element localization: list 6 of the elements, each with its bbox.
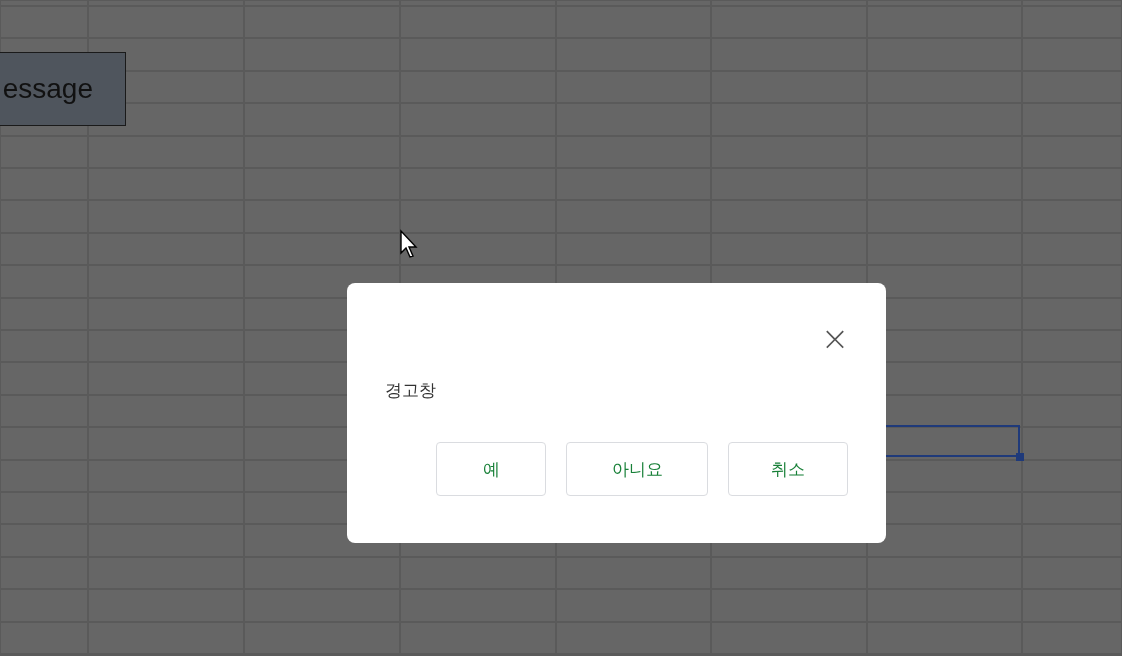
dialog-message: 경고창 <box>385 380 437 402</box>
cursor-icon <box>399 229 419 259</box>
dialog-button[interactable]: 아니요 <box>566 442 708 496</box>
dialog-button[interactable]: 취소 <box>728 442 848 496</box>
dialog-button[interactable]: 예 <box>436 442 546 496</box>
close-button[interactable]: × <box>822 323 848 353</box>
